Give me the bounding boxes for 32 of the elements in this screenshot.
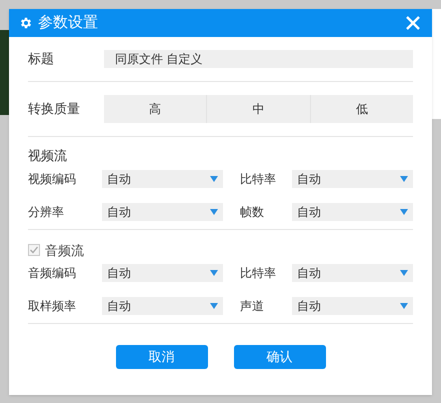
dropdown-arrow-icon: [400, 208, 408, 214]
dropdown[interactable]: 自动: [102, 202, 223, 220]
window-title: 参数设置: [38, 12, 98, 33]
dropdown[interactable]: 自动: [292, 202, 413, 220]
dropdown-arrow-icon: [400, 176, 408, 182]
dropdown-arrow-icon: [210, 176, 218, 182]
quality-option[interactable]: 低: [310, 95, 413, 123]
dropdown-arrow-icon: [400, 270, 408, 276]
quality-option[interactable]: 高: [104, 95, 206, 123]
dropdown-arrow-icon: [210, 208, 218, 214]
dropdown[interactable]: 自动: [292, 170, 413, 188]
gear-icon: [19, 16, 33, 30]
field-label: 声道: [240, 298, 265, 315]
field-label: 比特率: [240, 265, 277, 282]
dropdown-arrow-icon: [400, 303, 408, 309]
quality-option[interactable]: 中: [207, 95, 310, 123]
section-heading: 音频流: [45, 242, 84, 260]
field-label: 比特率: [240, 170, 277, 188]
dropdown[interactable]: 自动: [102, 170, 223, 188]
title-field[interactable]: 同原文件 自定义: [104, 50, 413, 68]
section-heading: 视频流: [28, 147, 68, 165]
field-label: 音频编码: [28, 265, 77, 282]
dropdown-arrow-icon: [210, 270, 218, 276]
field-label: 帧数: [240, 204, 265, 220]
field-label: 视频编码: [28, 170, 77, 188]
dropdown-arrow-icon: [210, 303, 218, 309]
field-label: 分辨率: [28, 204, 65, 220]
field-label: 转换质量: [28, 100, 81, 118]
close-icon: [406, 16, 420, 30]
close-button[interactable]: [404, 14, 422, 32]
field-label: 标题: [28, 50, 55, 68]
field-label: 取样频率: [28, 298, 77, 315]
